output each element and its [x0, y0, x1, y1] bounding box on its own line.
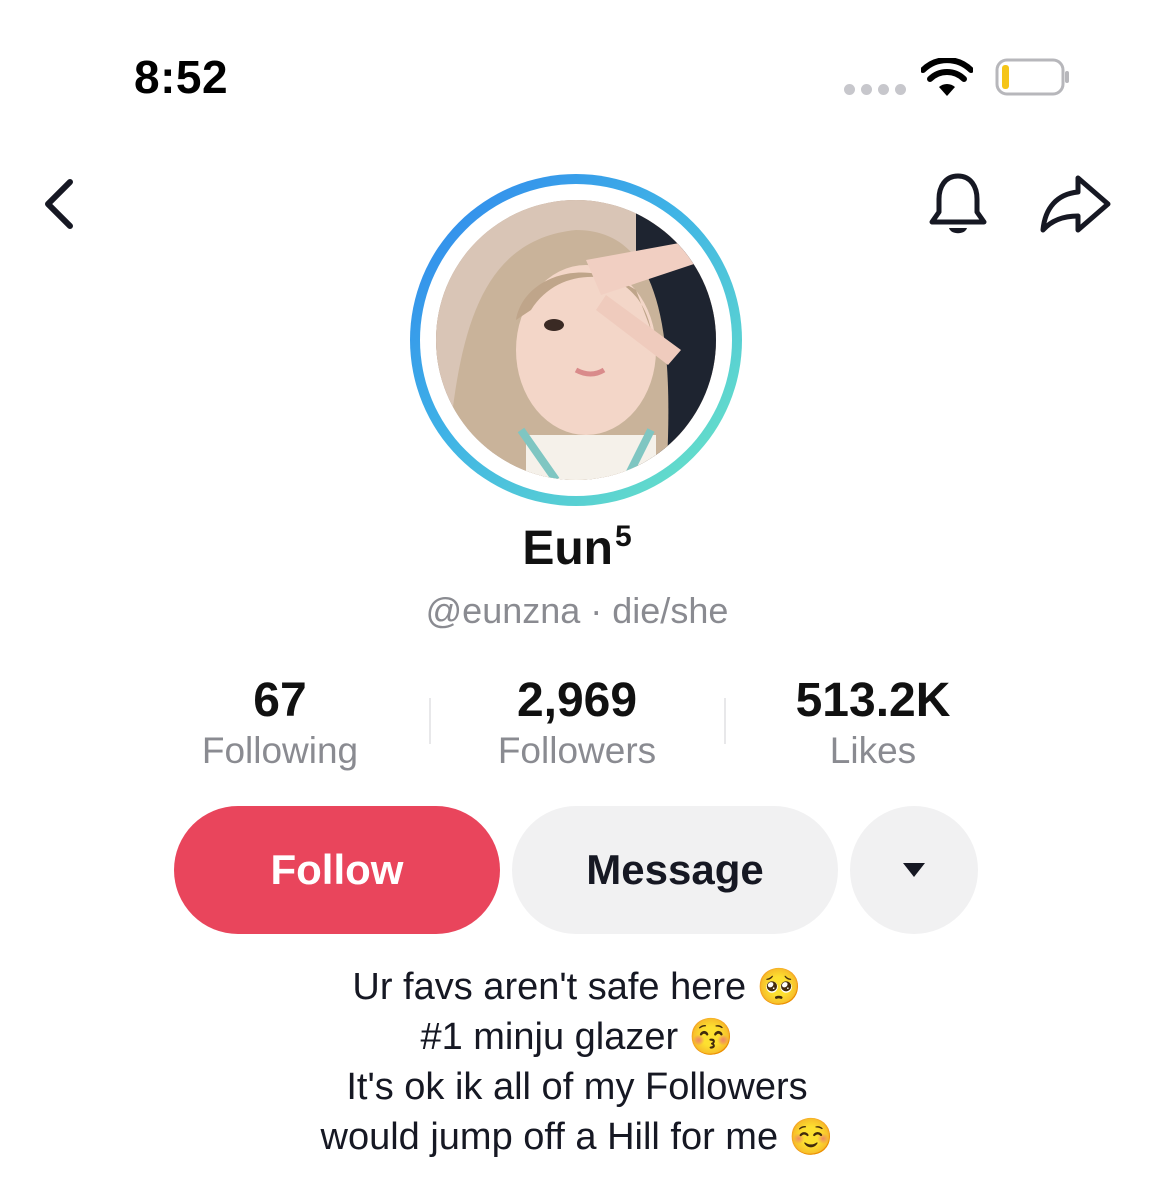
- stat-value: 67: [253, 674, 307, 727]
- bio-line: Ur favs aren't safe here 🥺: [0, 962, 1154, 1012]
- stat-value: 2,969: [516, 674, 638, 727]
- display-name: Eun5: [0, 520, 1154, 576]
- back-chevron-icon[interactable]: [40, 178, 80, 230]
- profile-bio: Ur favs aren't safe here 🥺 #1 minju glaz…: [0, 962, 1154, 1162]
- username-pronouns: @eunzna · die/she: [425, 590, 729, 631]
- message-button[interactable]: Message: [512, 806, 838, 934]
- avatar-story-ring[interactable]: [410, 174, 742, 506]
- stat-followers[interactable]: 2,969 Followers: [427, 674, 727, 774]
- share-arrow-icon[interactable]: [1038, 172, 1114, 236]
- avatar: [436, 200, 716, 480]
- follow-button[interactable]: Follow: [174, 806, 500, 934]
- battery-icon: [995, 58, 1069, 96]
- caret-down-icon: [903, 863, 925, 877]
- kissing-face-emoji: 😚: [688, 1016, 734, 1057]
- display-name-superscript: 5: [614, 520, 632, 553]
- stat-label: Followers: [497, 730, 657, 771]
- smiling-face-emoji: ☺️: [788, 1116, 834, 1157]
- avatar-photo-illustration: [436, 200, 716, 480]
- bio-line: would jump off a Hill for me ☺️: [0, 1112, 1154, 1162]
- bio-text: #1 minju glazer: [420, 1016, 679, 1058]
- wifi-icon: [921, 58, 973, 96]
- stat-likes[interactable]: 513.2K Likes: [723, 674, 1023, 774]
- status-time: 8:52: [134, 51, 229, 103]
- stat-label: Following: [201, 730, 359, 771]
- bio-line: It's ok ik all of my Followers: [346, 1066, 808, 1108]
- stat-label: Likes: [829, 730, 917, 771]
- bio-line: #1 minju glazer 😚: [0, 1012, 1154, 1062]
- more-options-button[interactable]: [850, 806, 978, 934]
- pleading-face-emoji: 🥺: [756, 966, 802, 1007]
- stat-value: 513.2K: [795, 674, 951, 727]
- bell-icon[interactable]: [925, 170, 991, 240]
- bio-text: Ur favs aren't safe here: [352, 966, 747, 1008]
- cellular-signal-icon: [844, 84, 906, 95]
- stat-following[interactable]: 67 Following: [130, 674, 430, 774]
- bio-text: would jump off a Hill for me: [320, 1116, 779, 1158]
- display-name-text: Eun: [522, 522, 613, 575]
